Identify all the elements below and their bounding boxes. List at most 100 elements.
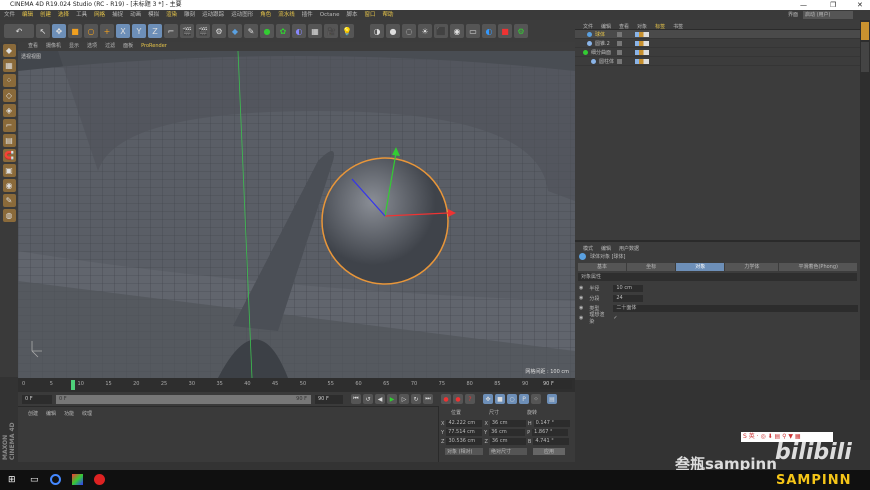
menu-item[interactable]: 捕捉 [112,10,123,20]
light-icon[interactable]: 💡 [340,24,354,38]
attribute-tab[interactable]: 坐标 [627,263,676,271]
coord-field[interactable]: 0.147 ° [533,420,570,427]
size-mode-select[interactable]: 绝对尺寸 [489,448,527,455]
object-name[interactable]: 球体 [595,31,605,38]
restore-button[interactable]: ❐ [830,0,836,10]
coord-field[interactable]: 1.867 ° [532,429,569,436]
object-name[interactable]: 圆锥.2 [595,40,610,47]
menu-item[interactable]: 模拟 [148,10,159,20]
key-position-icon[interactable]: ✥ [483,394,493,404]
menu-item[interactable]: 选择 [58,10,69,20]
menu-item[interactable]: 窗口 [365,10,376,20]
coord-field[interactable]: 30.536 cm [446,438,483,445]
menu-item[interactable]: 脚本 [347,10,358,20]
menu-item[interactable]: 运动图形 [231,10,253,20]
go-end-icon[interactable]: ⏭ [423,394,433,404]
menu-item[interactable]: 文件 [4,10,15,20]
go-start-icon[interactable]: ⏮ [351,394,361,404]
task-view-icon[interactable]: ▭ [30,475,39,485]
scale-icon[interactable]: ■ [68,24,82,38]
visibility-toggle[interactable] [617,40,622,46]
object-menu-item[interactable]: 书签 [673,23,683,30]
sculpt-icon[interactable]: ◍ [2,209,16,222]
next-key-icon[interactable]: ↻ [411,394,421,404]
coord-field[interactable]: 77.514 cm [446,429,483,436]
windows-start-icon[interactable]: ⊞ [8,475,16,485]
animate-toggle[interactable]: ◉ [579,295,583,301]
viewport-menu-item[interactable]: ProRender [141,42,167,51]
key-scale-icon[interactable]: ■ [495,394,505,404]
workplane-icon[interactable]: ▣ [2,164,16,177]
material-menu-item[interactable]: 纹理 [82,410,92,417]
max-frame-field[interactable]: 90 F [315,395,343,404]
visibility-toggle[interactable] [617,31,622,37]
viewport-menu-item[interactable]: 显示 [69,42,79,51]
visibility-toggle[interactable] [617,58,622,64]
prev-frame-icon[interactable]: ◀ [375,394,385,404]
object-menu-item[interactable]: 文件 [583,23,593,30]
menu-item[interactable]: 渲染 [166,10,177,20]
cloner-icon[interactable]: ✿ [276,24,290,38]
layout-select[interactable]: 启动 (用户) [803,11,853,19]
select-icon[interactable]: ↖ [36,24,50,38]
menu-item[interactable]: Octane [320,10,340,20]
recorder-icon[interactable] [94,474,105,485]
menu-item[interactable]: 编辑 [22,10,33,20]
x-axis-icon[interactable]: X [116,24,130,38]
sky-icon[interactable]: ● [386,24,400,38]
material-menu-item[interactable]: 功能 [64,410,74,417]
coord-field[interactable]: 42.222 cm [446,420,483,427]
keyframe-selection-icon[interactable]: ? [465,394,475,404]
animate-toggle[interactable]: ◉ [579,305,583,311]
menu-item[interactable]: 插件 [302,10,313,20]
sun-icon[interactable]: ☀ [418,24,432,38]
attribute-menu-item[interactable]: 编辑 [601,245,611,252]
menu-item[interactable]: 网格 [94,10,105,20]
animate-toggle[interactable]: ◉ [579,285,583,291]
key-parameter-icon[interactable]: P [519,394,529,404]
viewport-menu-item[interactable]: 选项 [87,42,97,51]
render-view-icon[interactable]: 🎬 [180,24,194,38]
attribute-tab[interactable]: 力学体 [725,263,779,271]
menu-item[interactable]: 帮助 [383,10,394,20]
apply-button[interactable]: 应用 [533,448,565,455]
app-icon[interactable] [72,474,83,485]
render-settings-icon[interactable]: ⚙ [212,24,226,38]
object-menu-item[interactable]: 对象 [637,23,647,30]
timeline-window-icon[interactable]: ▤ [547,394,557,404]
render-picture-icon[interactable]: 🎬 [196,24,210,38]
coord-field[interactable]: 36 cm [489,438,526,445]
viewport-menu-item[interactable]: 面板 [123,42,133,51]
timeline[interactable]: 90 F 0 5 10 15 20 25 30 35 40 45 50 55 60 65 70 75 80 85 9… [18,378,575,392]
field-value[interactable]: 二十面体 [613,304,859,312]
menu-item[interactable]: 工具 [76,10,87,20]
material-menu-item[interactable]: 编辑 [46,410,56,417]
viewport[interactable]: 透视视图 网格间距 : 100 cm [18,51,575,378]
autokey-icon[interactable]: ● [453,394,463,404]
z-axis-icon[interactable]: Z [148,24,162,38]
paint-icon[interactable]: ✎ [2,194,16,207]
menu-item[interactable]: 创建 [40,10,51,20]
object-row[interactable]: 圆柱体 [575,57,860,66]
material-icon[interactable]: ◑ [370,24,384,38]
menu-item[interactable]: 流水线 [278,10,295,20]
object-row[interactable]: 圆锥.2 [575,39,860,48]
close-button[interactable]: ✕ [857,0,863,10]
tag-icon[interactable] [635,58,649,64]
coord-field[interactable]: 36 cm [489,429,526,436]
attribute-tab[interactable]: 平滑着色(Phong) [779,263,858,271]
object-menu-item[interactable]: 标签 [655,23,665,30]
axis-mode-icon[interactable]: ⌐ [2,119,16,132]
prev-key-icon[interactable]: ↺ [363,394,373,404]
coord-mode-select[interactable]: 对象 (相对) [445,448,483,455]
objects-tab[interactable] [861,22,869,40]
tag-icon[interactable] [635,31,649,37]
play-icon[interactable]: ▶ [387,394,397,404]
texture-mode-icon[interactable]: ▦ [2,59,16,72]
animate-toggle[interactable]: ◉ [579,315,583,321]
octane-settings-icon[interactable]: ⚙ [514,24,528,38]
object-name[interactable]: 细分曲面 [591,49,611,56]
coord-field[interactable]: 36 cm [489,420,526,427]
object-row[interactable]: 球体 [575,30,860,39]
record-icon[interactable]: ● [441,394,451,404]
